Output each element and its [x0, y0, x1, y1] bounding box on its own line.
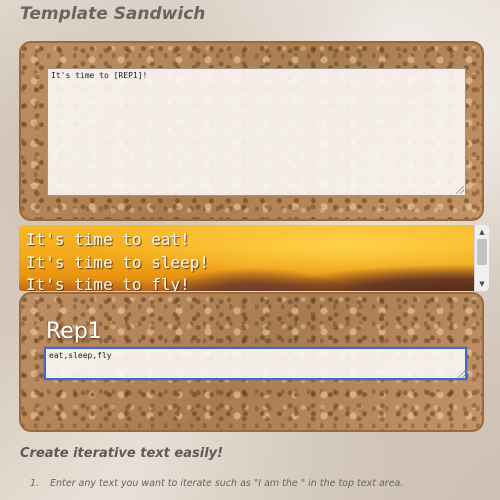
top-bread-panel: It's time to [REP1]!	[19, 41, 484, 221]
resize-grip-icon[interactable]	[456, 186, 464, 194]
bottom-bread-panel: Rep1 eat,sleep,fly	[19, 292, 484, 432]
scrollbar-thumb[interactable]	[477, 239, 487, 265]
chevron-down-icon[interactable]: ▼	[475, 277, 489, 291]
help-heading: Create iterative text easily!	[20, 446, 224, 461]
list-item: 1. Enter any text you want to iterate su…	[20, 478, 460, 490]
output-text: It's time to eat! It's time to sleep! It…	[26, 229, 209, 291]
app-title: Template Sandwich	[20, 4, 206, 24]
replacement-values-textarea[interactable]: eat,sleep,fly	[44, 347, 467, 380]
replacement-label: Rep1	[46, 319, 102, 344]
output-line: It's time to fly!	[26, 275, 190, 291]
resize-grip-icon[interactable]	[458, 370, 466, 378]
instructions-list: 1. Enter any text you want to iterate su…	[20, 478, 460, 490]
template-textarea[interactable]: It's time to [REP1]!	[47, 68, 466, 196]
output-scrollbar[interactable]: ▲ ▼	[474, 225, 489, 291]
chevron-up-icon[interactable]: ▲	[475, 225, 489, 239]
output-panel: It's time to eat! It's time to sleep! It…	[19, 225, 489, 291]
output-line: It's time to sleep!	[26, 252, 210, 272]
list-item-number: 1.	[30, 478, 40, 489]
list-item-text: Enter any text you want to iterate such …	[50, 478, 404, 489]
output-line: It's time to eat!	[26, 230, 190, 249]
